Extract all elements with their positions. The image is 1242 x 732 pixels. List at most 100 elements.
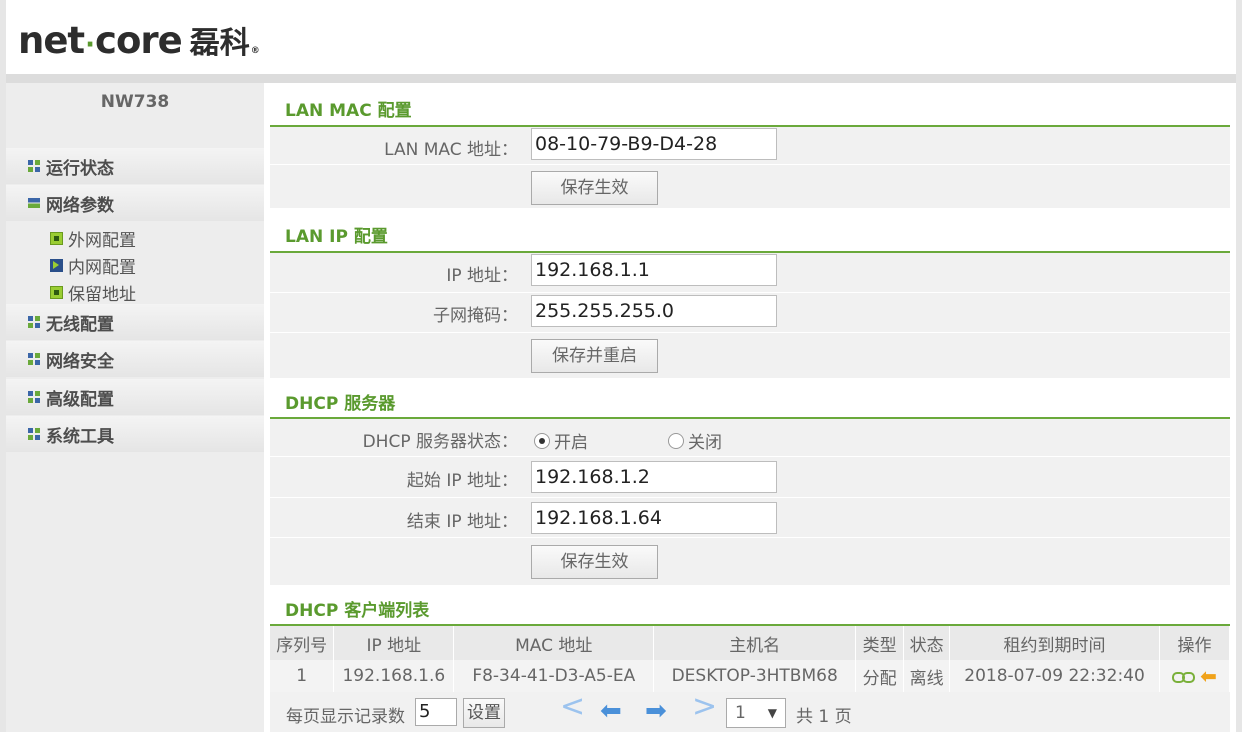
column-header: 操作 bbox=[1159, 626, 1230, 660]
sidebar-item-network[interactable]: 网络参数 bbox=[6, 185, 264, 221]
dhcp-on-label: 开启 bbox=[554, 433, 588, 453]
per-page-label: 每页显示记录数 bbox=[286, 707, 405, 727]
sidebar-item-label: 高级配置 bbox=[46, 389, 114, 410]
form-row-ip: IP 地址： 192.168.1.1 bbox=[270, 253, 1230, 293]
registered-mark: ® bbox=[250, 46, 260, 56]
section-title-lan-ip: LAN IP 配置 bbox=[285, 227, 388, 247]
logo-text-core: core bbox=[95, 19, 183, 62]
previous-page-icon[interactable]: ⬅ bbox=[600, 696, 622, 726]
radio-checked-icon bbox=[534, 432, 550, 449]
table-cell-actions: ⬅ bbox=[1159, 660, 1230, 692]
chevron-down-icon: ▼ bbox=[767, 706, 777, 720]
sidebar-item-label: 系统工具 bbox=[46, 426, 114, 447]
green-square-icon bbox=[50, 286, 63, 299]
grid-icon bbox=[28, 160, 40, 172]
form-row-lan-mac: LAN MAC 地址： 08-10-79-B9-D4-28 bbox=[270, 127, 1230, 165]
sidebar-item-label: 网络参数 bbox=[46, 195, 114, 216]
sidebar-subitem-lan[interactable]: 内网配置 bbox=[50, 253, 136, 278]
ip-address-input[interactable]: 192.168.1.1 bbox=[531, 254, 777, 286]
total-pages: 共 1 页 bbox=[796, 707, 852, 727]
dhcp-status-label: DHCP 服务器状态： bbox=[362, 432, 518, 452]
sidebar-item-security[interactable]: 网络安全 bbox=[6, 341, 264, 377]
save-dhcp-button[interactable]: 保存生效 bbox=[531, 545, 658, 579]
logo-text-net: net bbox=[18, 19, 85, 62]
table-cell: 分配 bbox=[855, 660, 905, 692]
sidebar-subitem-reserved[interactable]: 保留地址 bbox=[50, 280, 136, 305]
per-page-input[interactable]: 5 bbox=[415, 698, 457, 726]
bind-link-icon[interactable] bbox=[1172, 670, 1196, 683]
header-divider bbox=[6, 74, 1236, 83]
grid-icon bbox=[28, 428, 40, 440]
sidebar-item-label: 无线配置 bbox=[46, 314, 114, 335]
sidebar-item-label: 运行状态 bbox=[46, 158, 114, 179]
collapse-icon bbox=[28, 198, 40, 208]
dhcp-off-label: 关闭 bbox=[688, 433, 722, 453]
column-header: MAC 地址 bbox=[453, 626, 655, 660]
sidebar-subitem-label: 保留地址 bbox=[68, 285, 136, 305]
netcore-logo: net · core 磊科 ® bbox=[18, 18, 260, 62]
page-select-value: 1 bbox=[735, 703, 746, 723]
column-header: 租约到期时间 bbox=[949, 626, 1160, 660]
section-title-clients: DHCP 客户端列表 bbox=[285, 601, 430, 621]
reserve-arrow-icon[interactable]: ⬅ bbox=[1200, 666, 1217, 686]
sidebar-item-wireless[interactable]: 无线配置 bbox=[6, 304, 264, 340]
section-title-dhcp: DHCP 服务器 bbox=[285, 394, 396, 414]
last-page-icon[interactable]: > bbox=[692, 692, 717, 722]
lan-mac-label: LAN MAC 地址： bbox=[384, 140, 518, 160]
main-content: LAN MAC 配置 LAN MAC 地址： 08-10-79-B9-D4-28… bbox=[264, 83, 1236, 732]
sidebar-subitem-label: 外网配置 bbox=[68, 231, 136, 251]
table-row: 1 192.168.1.6 F8-34-41-D3-A5-EA DESKTOP-… bbox=[270, 660, 1230, 692]
table-cell: 192.168.1.6 bbox=[333, 660, 455, 692]
page-select[interactable]: 1 ▼ bbox=[726, 698, 786, 728]
start-ip-label: 起始 IP 地址： bbox=[406, 471, 518, 491]
column-header: 主机名 bbox=[653, 626, 857, 660]
column-header: 序列号 bbox=[270, 626, 335, 660]
end-ip-input[interactable]: 192.168.1.64 bbox=[531, 502, 777, 534]
subnet-mask-input[interactable]: 255.255.255.0 bbox=[531, 295, 777, 327]
grid-icon bbox=[28, 353, 40, 365]
sidebar: NW738 运行状态 网络参数 外网配置 内网配置 保留地址 无线配置 网络安全 bbox=[6, 83, 264, 732]
save-mac-button[interactable]: 保存生效 bbox=[531, 171, 658, 205]
form-row-dhcp-status: DHCP 服务器状态： 开启 关闭 bbox=[270, 419, 1230, 457]
table-header-row: 序列号 IP 地址 MAC 地址 主机名 类型 状态 租约到期时间 操作 bbox=[270, 626, 1230, 660]
grid-icon bbox=[28, 391, 40, 403]
router-admin-page: net · core 磊科 ® NW738 运行状态 网络参数 外网配置 内网配置 保留… bbox=[0, 0, 1242, 732]
radio-unchecked-icon bbox=[668, 432, 684, 449]
column-header: IP 地址 bbox=[333, 626, 455, 660]
form-row-dhcp-save: 保存生效 bbox=[270, 538, 1230, 586]
first-page-icon[interactable]: < bbox=[560, 692, 585, 722]
form-row-mask: 子网掩码： 255.255.255.0 bbox=[270, 293, 1230, 333]
lan-mac-input[interactable]: 08-10-79-B9-D4-28 bbox=[531, 128, 777, 160]
table-cell: 1 bbox=[270, 660, 335, 692]
green-square-icon bbox=[50, 232, 63, 245]
sidebar-item-label: 网络安全 bbox=[46, 351, 114, 372]
sidebar-subitem-wan[interactable]: 外网配置 bbox=[50, 226, 136, 251]
start-ip-input[interactable]: 192.168.1.2 bbox=[531, 461, 777, 493]
dhcp-client-table: 序列号 IP 地址 MAC 地址 主机名 类型 状态 租约到期时间 操作 1 1… bbox=[270, 626, 1230, 692]
device-model: NW738 bbox=[100, 92, 170, 112]
form-row-lan-mac-save: 保存生效 bbox=[270, 165, 1230, 209]
form-row-ip-save: 保存并重启 bbox=[270, 333, 1230, 379]
sidebar-item-status[interactable]: 运行状态 bbox=[6, 148, 264, 184]
next-page-icon[interactable]: ➡ bbox=[645, 696, 667, 726]
sidebar-subitem-label: 内网配置 bbox=[68, 258, 136, 278]
pagination-bar: 每页显示记录数 5 设置 < ⬅ ➡ > 1 ▼ 共 1 页 bbox=[270, 692, 1230, 732]
form-row-dhcp-end: 结束 IP 地址： 192.168.1.64 bbox=[270, 498, 1230, 538]
section-title-lan-mac: LAN MAC 配置 bbox=[285, 101, 412, 121]
subnet-mask-label: 子网掩码： bbox=[433, 306, 518, 326]
dhcp-on-radio[interactable]: 开启 bbox=[534, 428, 588, 453]
sidebar-item-system-tools[interactable]: 系统工具 bbox=[6, 416, 264, 452]
sidebar-item-advanced[interactable]: 高级配置 bbox=[6, 379, 264, 415]
grid-icon bbox=[28, 316, 40, 328]
blue-arrow-icon bbox=[50, 259, 63, 272]
save-and-restart-button[interactable]: 保存并重启 bbox=[531, 339, 658, 373]
logo-text-cn: 磊科 bbox=[189, 26, 250, 61]
table-cell: F8-34-41-D3-A5-EA bbox=[453, 660, 655, 692]
ip-address-label: IP 地址： bbox=[446, 266, 518, 286]
set-per-page-button[interactable]: 设置 bbox=[463, 698, 505, 728]
header: net · core 磊科 ® bbox=[6, 0, 1236, 74]
logo-dot: · bbox=[85, 30, 95, 60]
column-header: 状态 bbox=[903, 626, 951, 660]
dhcp-off-radio[interactable]: 关闭 bbox=[668, 428, 722, 453]
table-cell: 离线 bbox=[903, 660, 951, 692]
